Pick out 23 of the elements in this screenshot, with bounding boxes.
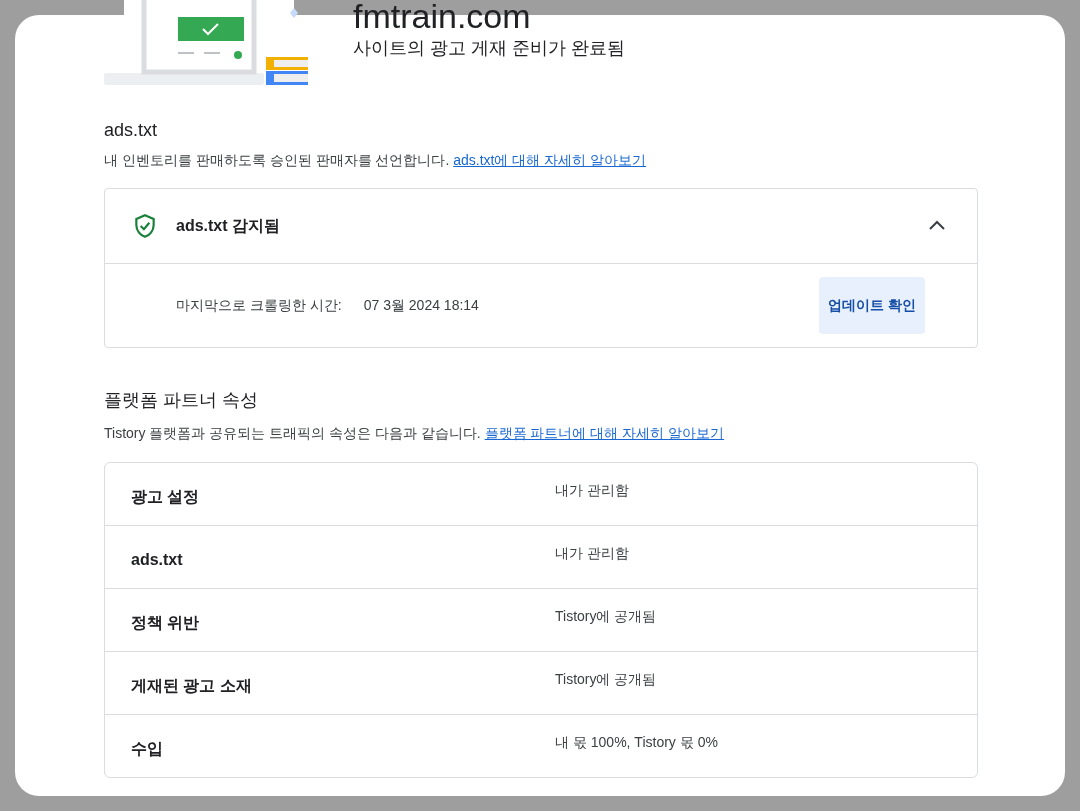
property-value: Tistory에 공개됨 xyxy=(555,608,657,626)
property-value: 내가 관리함 xyxy=(555,545,629,563)
property-value: 내 몫 100%, Tistory 몫 0% xyxy=(555,734,718,752)
section-heading: 플랫폼 파트너 속성 xyxy=(104,389,259,412)
check-update-button[interactable]: 업데이트 확인 xyxy=(819,277,925,334)
property-name: 정책 위반 xyxy=(131,612,201,633)
property-name: 게재된 광고 소재 xyxy=(131,675,253,696)
shield-check-icon xyxy=(132,213,158,239)
status-label: ads.txt 감지됨 xyxy=(176,215,281,236)
learn-more-link[interactable]: ads.txt에 대해 자세히 알아보기 xyxy=(453,152,647,168)
site-title: fmtrain.com xyxy=(353,0,532,34)
last-crawled-label: 마지막으로 크롤링한 시간: xyxy=(176,296,342,315)
section-description: 내 인벤토리를 판매하도록 승인된 판매자를 선언합니다. ads.txt에 대해 자세히 알아보기 xyxy=(104,151,648,170)
section-heading: ads.txt xyxy=(104,119,159,142)
last-crawled-time: 07 3월 2024 18:14 xyxy=(363,296,480,315)
property-name: 광고 설정 xyxy=(131,486,201,507)
property-name: ads.txt xyxy=(131,551,184,569)
section-description: Tistory 플랫폼과 공유되는 트래픽의 속성은 다음과 같습니다. 플랫폼 파트너에 대해 자세히 알아보기 xyxy=(104,424,726,443)
property-name: 수입 xyxy=(131,738,164,759)
learn-more-link[interactable]: 플랫폼 파트너에 대해 자세히 알아보기 xyxy=(484,425,725,441)
property-value: 내가 관리함 xyxy=(555,482,629,500)
site-status: 사이트의 광고 게재 준비가 완료됨 xyxy=(353,37,625,60)
property-value: Tistory에 공개됨 xyxy=(555,671,657,689)
